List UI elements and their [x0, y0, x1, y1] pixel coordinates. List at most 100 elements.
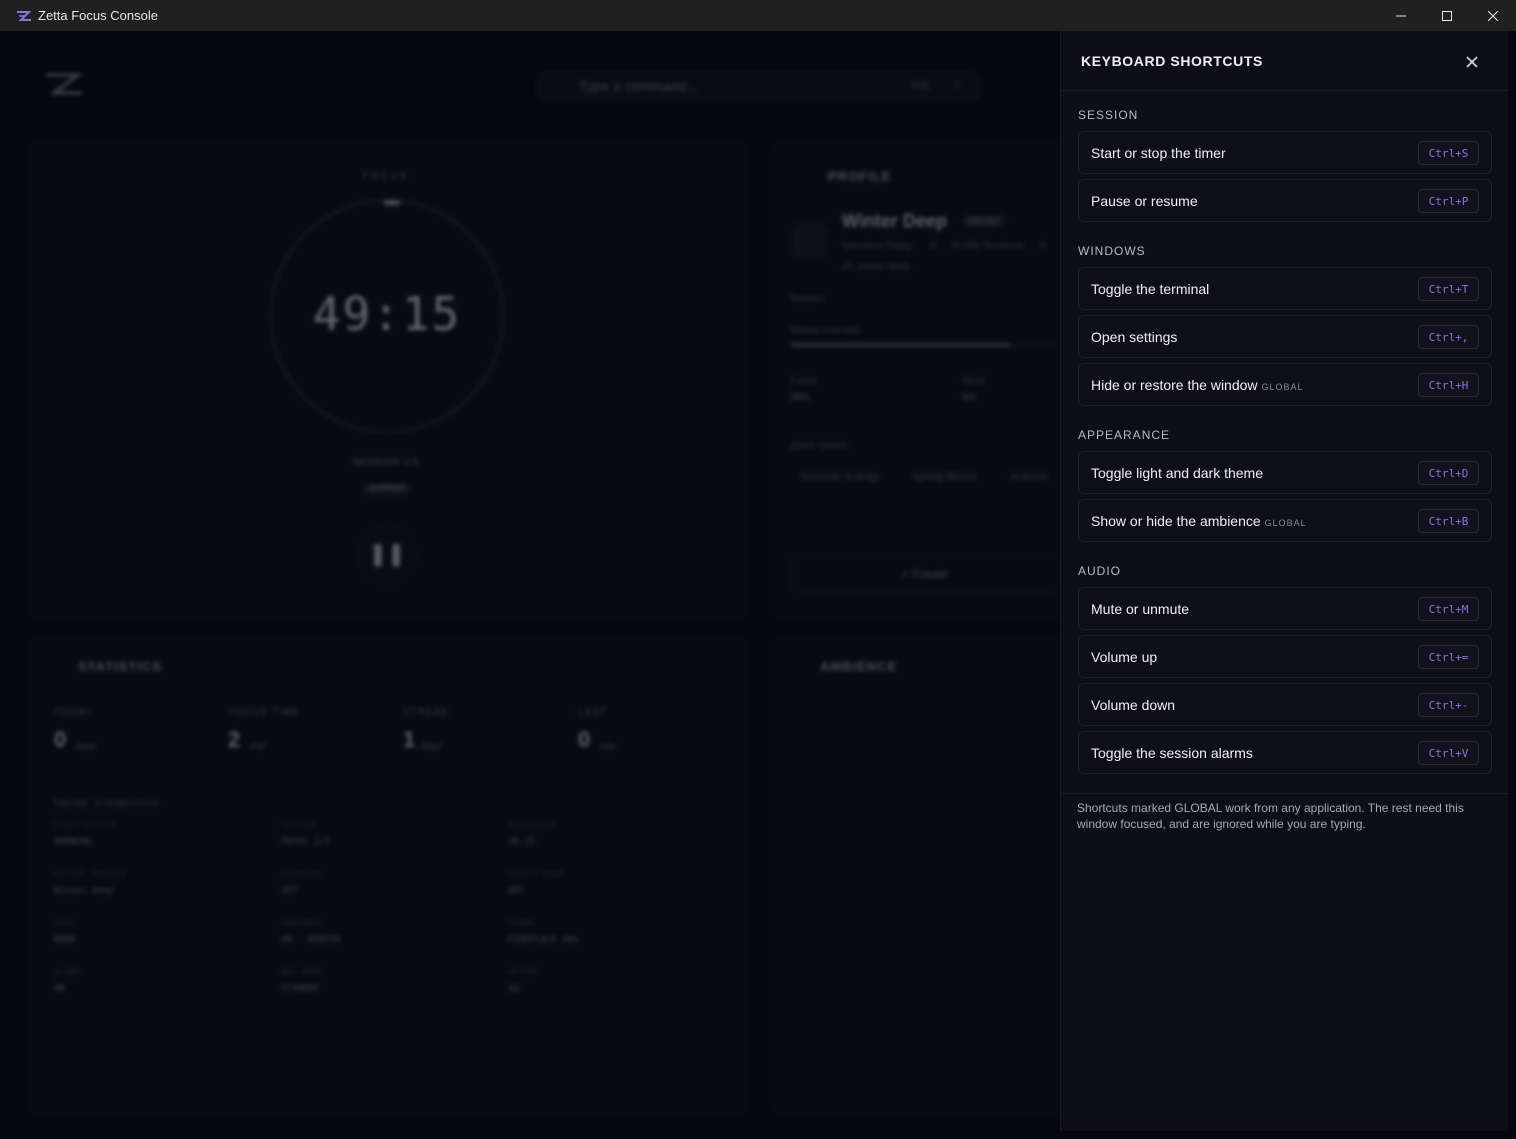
- blurred-app-content: Type a command... Ctrl ! FOCUS 49:15 SES…: [0, 31, 1060, 1139]
- shortcut-key-badge: Ctrl+V: [1418, 741, 1479, 765]
- window-title: Zetta Focus Console: [38, 8, 158, 23]
- minimize-button[interactable]: [1378, 0, 1424, 31]
- close-icon: [1488, 10, 1498, 21]
- stat-label: FOCUS TIME: [228, 707, 300, 718]
- diagnostic-key: SESSION: [281, 821, 318, 829]
- create-profile-button: + Create: [790, 555, 1060, 593]
- window-close-button[interactable]: [1470, 0, 1516, 31]
- profile-meta-1-value: 4: [930, 241, 936, 252]
- shortcut-row: Show or hide the ambience GLOBAL Ctrl+B: [1078, 499, 1492, 542]
- stat-label: TODAY: [54, 707, 93, 718]
- shortcut-key-badge: Ctrl+-: [1418, 693, 1479, 717]
- stat-value: 1: [403, 727, 416, 752]
- zetta-logo-icon: [17, 10, 32, 21]
- motion-intensity-fill: [790, 343, 1011, 347]
- timer-ring-marker: [384, 201, 400, 205]
- diagnostic-value: STANDBY: [281, 984, 319, 994]
- profile-title: PROFILE: [828, 169, 892, 184]
- shortcut-label-text: Toggle the session alarms: [1091, 745, 1253, 761]
- shortcut-label: Volume down: [1091, 697, 1175, 713]
- shortcut-label-text: Show or hide the ambience: [1091, 513, 1261, 529]
- motion-label: Motion Intensity: [790, 325, 861, 336]
- shortcut-key-badge: Ctrl+=: [1418, 645, 1479, 669]
- stat-unit: min: [250, 741, 267, 752]
- diagnostic-value: RUNNING: [54, 837, 92, 847]
- shortcut-label-text: Pause or resume: [1091, 193, 1198, 209]
- diagnostic-value: SET: [281, 886, 298, 896]
- close-icon: [1466, 56, 1478, 68]
- shortcut-label-text: Start or stop the timer: [1091, 145, 1226, 161]
- statistics-card: [28, 635, 748, 1115]
- shortcut-key-badge: Ctrl+P: [1418, 189, 1479, 213]
- shortcut-label-text: Toggle the terminal: [1091, 281, 1210, 297]
- shortcut-label: Toggle the terminal: [1091, 281, 1209, 297]
- pause-button: ❚❚: [356, 523, 418, 585]
- maximize-button[interactable]: [1424, 0, 1470, 31]
- shortcut-label: Start or stop the timer: [1091, 145, 1226, 161]
- shortcut-label-text: Hide or restore the window: [1091, 377, 1258, 393]
- shortcut-key-badge: Ctrl+,: [1418, 325, 1479, 349]
- timer-mode-label: FOCUS: [362, 171, 410, 181]
- shortcut-group-label: WINDOWS: [1078, 244, 1146, 258]
- stat-unit: days: [421, 741, 443, 752]
- profile-meta-2: Profile Sessions: [952, 241, 1024, 252]
- shortcut-key-badge: Ctrl+T: [1418, 277, 1479, 301]
- close-shortcuts-button[interactable]: [1461, 51, 1483, 73]
- shortcuts-footnote: Shortcuts marked GLOBAL work from any ap…: [1077, 801, 1464, 831]
- shortcut-row: Hide or restore the window GLOBAL Ctrl+H: [1078, 363, 1492, 406]
- window-controls: [1378, 0, 1516, 31]
- shortcut-label: Mute or unmute: [1091, 601, 1189, 617]
- diagnostic-key: OVERRIDE: [281, 870, 323, 878]
- stat-value: 0: [578, 727, 591, 752]
- backdrop-overlay[interactable]: Type a command... Ctrl ! FOCUS 49:15 SES…: [0, 31, 1060, 1139]
- statistics-title: STATISTICS: [78, 659, 162, 674]
- focus-value: 25m: [790, 392, 810, 403]
- shortcut-key-badge: Ctrl+B: [1418, 509, 1479, 533]
- shortcut-key-badge: Ctrl+M: [1418, 597, 1479, 621]
- profile-tag: PRESET: [962, 215, 1007, 228]
- shortcut-label-text: Mute or unmute: [1091, 601, 1190, 617]
- shortcut-row: Toggle light and dark theme Ctrl+D: [1078, 451, 1492, 494]
- shortcut-row: Volume up Ctrl+=: [1078, 635, 1492, 678]
- shortcut-row: Mute or unmute Ctrl+M: [1078, 587, 1492, 630]
- shortcut-label: Hide or restore the window GLOBAL: [1091, 377, 1304, 393]
- ambience-card: [770, 635, 1060, 1115]
- stat-value: 0: [54, 727, 67, 752]
- diagnostic-value: FOCUS 1/3: [281, 837, 330, 847]
- session-label: SESSION 1/3: [352, 457, 420, 467]
- title-bar: Zetta Focus Console: [0, 0, 1516, 31]
- command-bar: Type a command... Ctrl !: [536, 71, 980, 101]
- app-logo-icon: [46, 73, 83, 95]
- diagnostic-key: SOUND: [508, 919, 535, 927]
- shortcut-key-badge: Ctrl+H: [1418, 373, 1479, 397]
- command-shortcut: Ctrl: [911, 80, 929, 92]
- diagnostic-key: UPTIME: [508, 968, 540, 976]
- shortcut-row: Pause or resume Ctrl+P: [1078, 179, 1492, 222]
- diagnostic-key: REMAINING: [508, 821, 555, 829]
- diagnostic-value: FIREPLACE 50%: [508, 935, 579, 945]
- stat-unit: min: [600, 741, 617, 752]
- diagnostic-key: TASK: [54, 919, 75, 927]
- timer-display: 49:15: [312, 287, 462, 341]
- shortcut-row: Toggle the terminal Ctrl+T: [1078, 267, 1492, 310]
- diagnostic-key: ALARM: [54, 968, 81, 976]
- shortcut-row: Volume down Ctrl+-: [1078, 683, 1492, 726]
- profile-meta-2-value: 4: [1040, 241, 1046, 252]
- short-label: Short: [962, 376, 986, 387]
- quick-switch-item: Autumn: [1010, 471, 1048, 483]
- profile-name: Winter Deep: [842, 211, 947, 231]
- stat-label: STREAK: [403, 707, 450, 718]
- diagnostic-value: 49:15: [508, 837, 536, 847]
- diagnostic-value: 1m: [508, 984, 519, 994]
- global-tag: GLOBAL: [1261, 382, 1304, 392]
- diagnostic-value: Winter Deep: [54, 886, 114, 896]
- shortcuts-title: KEYBOARD SHORTCUTS: [1081, 53, 1263, 69]
- stat-value: 2: [228, 727, 241, 752]
- season-label: Season: [790, 293, 824, 304]
- quick-switch-label: Quick Switch: [790, 441, 848, 452]
- shortcuts-header: KEYBOARD SHORTCUTS: [1061, 31, 1509, 91]
- shortcut-row: Start or stop the timer Ctrl+S: [1078, 131, 1492, 174]
- shortcut-key-badge: Ctrl+D: [1418, 461, 1479, 485]
- shortcut-group-label: AUDIO: [1078, 564, 1122, 578]
- diagnostic-key: STRICT MODE: [508, 870, 566, 878]
